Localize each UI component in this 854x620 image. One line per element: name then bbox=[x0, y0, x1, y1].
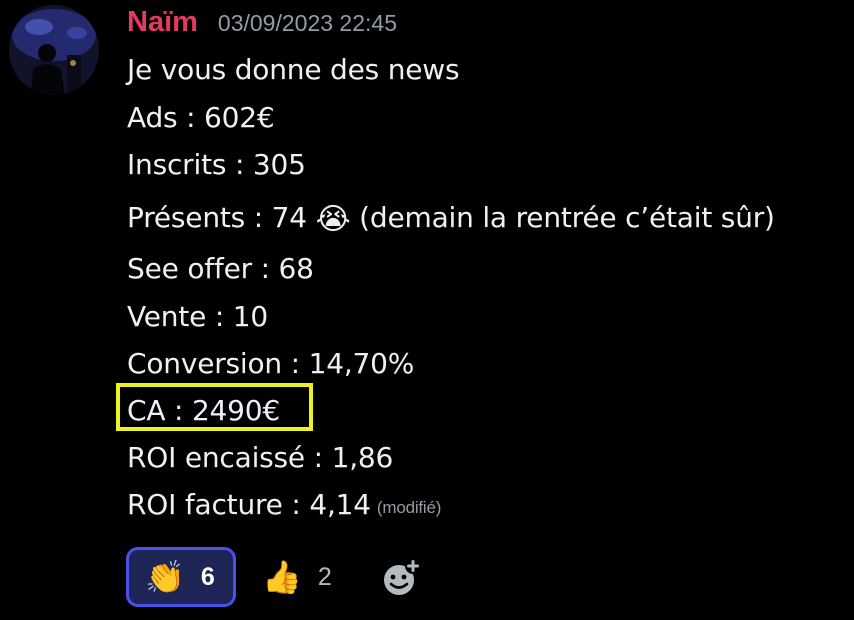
line-text: Présents : 74 bbox=[127, 201, 316, 234]
message-line: Présents : 74 😭 (demain la rentrée c’éta… bbox=[127, 198, 775, 238]
add-reaction-button[interactable] bbox=[380, 557, 422, 599]
message-line: Vente : 10 bbox=[127, 300, 269, 333]
message-line: ROI facture : 4,14 (modifié) bbox=[127, 485, 441, 525]
clapping-hands-emoji-icon: 👏 bbox=[145, 558, 185, 596]
avatar-image bbox=[9, 5, 99, 95]
message-line: ROI encaissé : 1,86 bbox=[127, 441, 394, 474]
author-name[interactable]: Naïm bbox=[127, 2, 198, 42]
add-reaction-icon bbox=[384, 558, 421, 595]
reaction-count: 2 bbox=[317, 562, 332, 591]
reaction-clap[interactable]: 👏 6 bbox=[126, 547, 236, 607]
message-line: Ads : 602€ bbox=[127, 101, 275, 134]
highlight-box bbox=[116, 383, 313, 431]
edited-label: (modifié) bbox=[376, 498, 442, 517]
avatar[interactable] bbox=[9, 5, 99, 95]
reaction-count: 6 bbox=[200, 562, 215, 591]
message-header: Naïm 03/09/2023 22:45 bbox=[127, 2, 397, 42]
message-line: Inscrits : 305 bbox=[127, 148, 306, 181]
message-line: Conversion : 14,70% bbox=[127, 347, 415, 380]
timestamp: 03/09/2023 22:45 bbox=[217, 10, 397, 36]
message-line: See offer : 68 bbox=[127, 252, 314, 285]
line-text: (demain la rentrée c’était sûr) bbox=[350, 201, 775, 234]
line-text: ROI facture : 4,14 bbox=[127, 488, 371, 521]
reaction-thumbs-up[interactable]: 👍 2 bbox=[260, 547, 360, 607]
message-line: Je vous donne des news bbox=[127, 53, 460, 86]
loudly-crying-face-emoji-icon: 😭 bbox=[315, 202, 351, 237]
thumbs-up-emoji-icon: 👍 bbox=[262, 558, 302, 596]
